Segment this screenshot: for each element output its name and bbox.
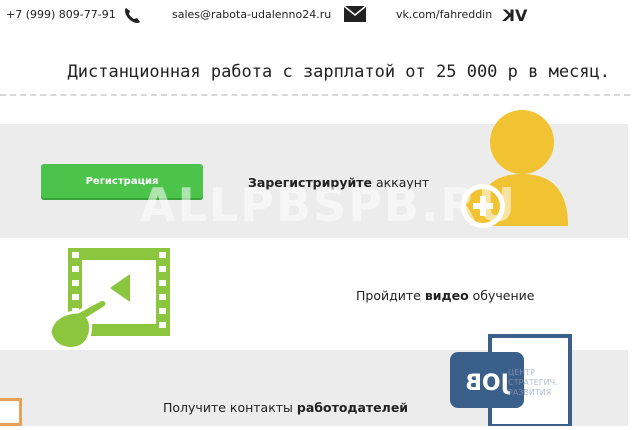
job-label: JOB [465,371,511,396]
video-tutorial-icon [48,246,172,360]
step-video-pre: Пройдите [356,288,425,303]
step-video-text: Пройдите видео обучение [356,288,534,303]
page-title: Дистанционная работа с зарплатой от 25 0… [67,62,610,82]
step-register-bold: Зарегистрируйте [248,175,372,190]
contact-bar: +7 (999) 809-77-91 sales@rabota-udalenno… [0,0,640,30]
phone-icon [122,6,142,28]
step-contacts-text: Получите контакты работодателей [163,400,408,415]
job-door-icon: JOB [450,332,574,430]
email-link[interactable]: sales@rabota-udalenno24.ru [172,8,331,21]
step-video-rest: обучение [468,288,535,303]
mail-icon [343,5,367,26]
step-register-rest: аккаунт [371,175,430,190]
register-button[interactable]: Регистрация [41,164,203,198]
vk-icon: VK [502,6,528,28]
phone-number[interactable]: +7 (999) 809-77-91 [6,8,116,21]
svg-text:VK: VK [502,6,527,24]
user-add-icon [461,106,572,236]
step-video-bold: видео [424,288,469,303]
vk-link[interactable]: vk.com/fahreddin [396,8,492,21]
step-register-text: Зарегистрируйте аккаунт [248,175,429,190]
step-contacts-bold: работодателей [296,400,409,415]
step-contacts-pre: Получите контакты [163,400,297,415]
corner-thumbnail [0,398,22,426]
